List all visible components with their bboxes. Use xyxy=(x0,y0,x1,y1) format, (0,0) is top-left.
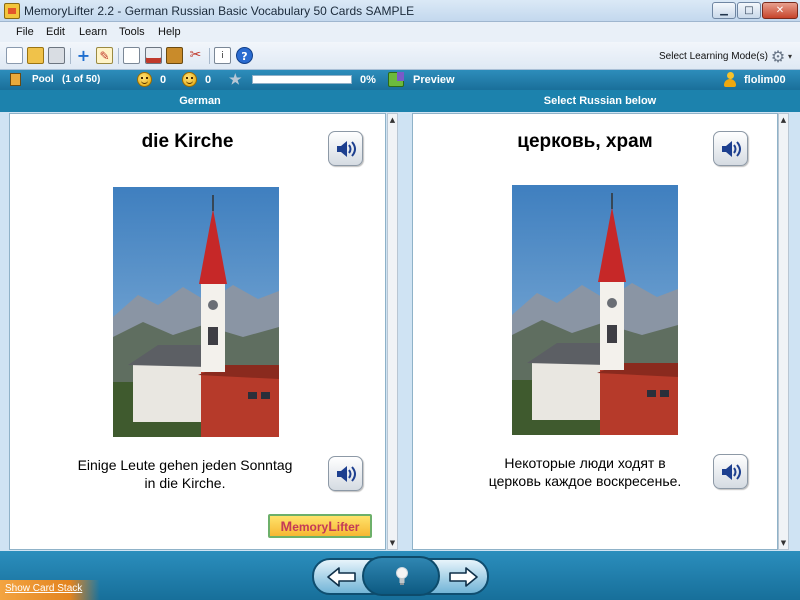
speaker-icon xyxy=(337,466,356,482)
presentation-icon[interactable] xyxy=(123,47,140,64)
play-sentence-audio-button[interactable] xyxy=(328,456,363,491)
minimize-button[interactable]: ▁ xyxy=(712,2,736,19)
answer-language-header: Select Russian below xyxy=(543,95,657,107)
pool-count: (1 of 50) xyxy=(62,74,101,85)
question-word: die Kirche xyxy=(141,131,234,152)
church-picture xyxy=(113,187,279,437)
tools-icon[interactable]: ✂ xyxy=(187,47,204,64)
menu-help[interactable]: Help xyxy=(158,26,181,38)
new-icon[interactable] xyxy=(6,47,23,64)
answer-word: церковь, храм xyxy=(517,131,653,152)
answer-card-scrollbar[interactable]: ▲ ▼ xyxy=(778,113,789,550)
scroll-down-icon[interactable]: ▼ xyxy=(779,539,788,547)
answer-example-line1: Некоторые люди ходят в xyxy=(504,455,666,471)
star-icon: ★ xyxy=(229,71,242,87)
chevron-down-icon[interactable]: ▾ xyxy=(788,52,792,61)
title-bar[interactable]: MemoryLifter 2.2 - German Russian Basic … xyxy=(0,0,800,22)
close-button[interactable]: ✕ xyxy=(762,2,798,19)
play-answer-audio-button[interactable] xyxy=(713,131,748,166)
pool-label: Pool (1 of 50) xyxy=(32,74,100,85)
scroll-down-icon[interactable]: ▼ xyxy=(388,539,397,547)
logo-text-emory: emory xyxy=(292,520,329,534)
scroll-up-icon[interactable]: ▲ xyxy=(779,116,788,124)
arrow-right-icon xyxy=(449,567,478,587)
toolbar-separator xyxy=(70,48,71,64)
menu-learn[interactable]: Learn xyxy=(79,26,107,38)
select-learning-mode-label[interactable]: Select Learning Mode(s) xyxy=(659,51,768,62)
right-answers-count: 0 xyxy=(160,74,167,86)
pool-icon xyxy=(10,73,21,86)
statistics-icon[interactable] xyxy=(145,47,162,64)
maximize-button[interactable]: □ xyxy=(737,2,761,19)
progress-bar xyxy=(252,75,352,84)
info-icon[interactable]: i xyxy=(214,47,231,64)
add-card-icon[interactable]: + xyxy=(75,47,92,64)
show-card-stack-link[interactable]: Show Card Stack xyxy=(5,583,82,594)
user-name: flolim00 xyxy=(744,74,786,86)
question-card-scrollbar[interactable]: ▲ ▼ xyxy=(387,113,398,550)
preview-label[interactable]: Preview xyxy=(413,74,455,86)
question-example-line2: in die Kirche. xyxy=(144,475,226,491)
logo-letter-l: L xyxy=(328,518,337,534)
memorylifter-app-icon xyxy=(4,3,20,19)
speaker-icon xyxy=(337,141,356,157)
edit-icon[interactable]: ✎ xyxy=(96,47,113,64)
question-card-picture xyxy=(113,187,279,437)
play-answer-sentence-audio-button[interactable] xyxy=(713,454,748,489)
arrow-left-icon xyxy=(327,567,356,587)
preview-icon[interactable] xyxy=(388,72,404,87)
menu-edit[interactable]: Edit xyxy=(46,26,65,38)
scroll-up-icon[interactable]: ▲ xyxy=(388,116,397,124)
toolbar-separator xyxy=(209,48,210,64)
question-language-header: German xyxy=(179,95,221,107)
church-picture xyxy=(512,185,678,435)
menu-bar: File Edit Learn Tools Help xyxy=(0,22,800,42)
hint-button[interactable] xyxy=(362,556,440,596)
progress-percent: 0% xyxy=(360,74,376,86)
user-icon xyxy=(724,72,736,87)
smiley-happy-icon xyxy=(137,72,152,87)
column-headers: German Select Russian below xyxy=(0,90,800,112)
speaker-icon xyxy=(722,141,741,157)
toolbar-separator xyxy=(118,48,119,64)
gear-icon[interactable]: ⚙ xyxy=(768,47,788,67)
menu-file[interactable]: File xyxy=(16,26,34,38)
status-bar: Pool (1 of 50) 0 0 ★ 0% Preview flolim00 xyxy=(0,70,800,90)
help-icon[interactable]: ? xyxy=(236,47,253,64)
archive-icon[interactable] xyxy=(166,47,183,64)
memorylifter-logo: MemoryLifter xyxy=(268,514,372,538)
smiley-neutral-icon xyxy=(182,72,197,87)
speaker-icon xyxy=(722,464,741,480)
print-icon[interactable] xyxy=(48,47,65,64)
window-title: MemoryLifter 2.2 - German Russian Basic … xyxy=(24,4,415,18)
wrong-answers-count: 0 xyxy=(205,74,212,86)
open-icon[interactable] xyxy=(27,47,44,64)
pool-name: Pool xyxy=(32,74,54,85)
app-window: MemoryLifter 2.2 - German Russian Basic … xyxy=(0,0,800,600)
menu-tools[interactable]: Tools xyxy=(119,26,145,38)
question-example-line1: Einige Leute gehen jeden Sonntag xyxy=(77,457,293,473)
lightbulb-icon xyxy=(396,567,408,585)
play-word-audio-button[interactable] xyxy=(328,131,363,166)
logo-letter-m: M xyxy=(280,518,293,534)
answer-card-picture xyxy=(512,185,678,435)
logo-text-ifter: ifter xyxy=(336,520,360,534)
answer-example-line2: церковь каждое воскресенье. xyxy=(488,473,682,489)
